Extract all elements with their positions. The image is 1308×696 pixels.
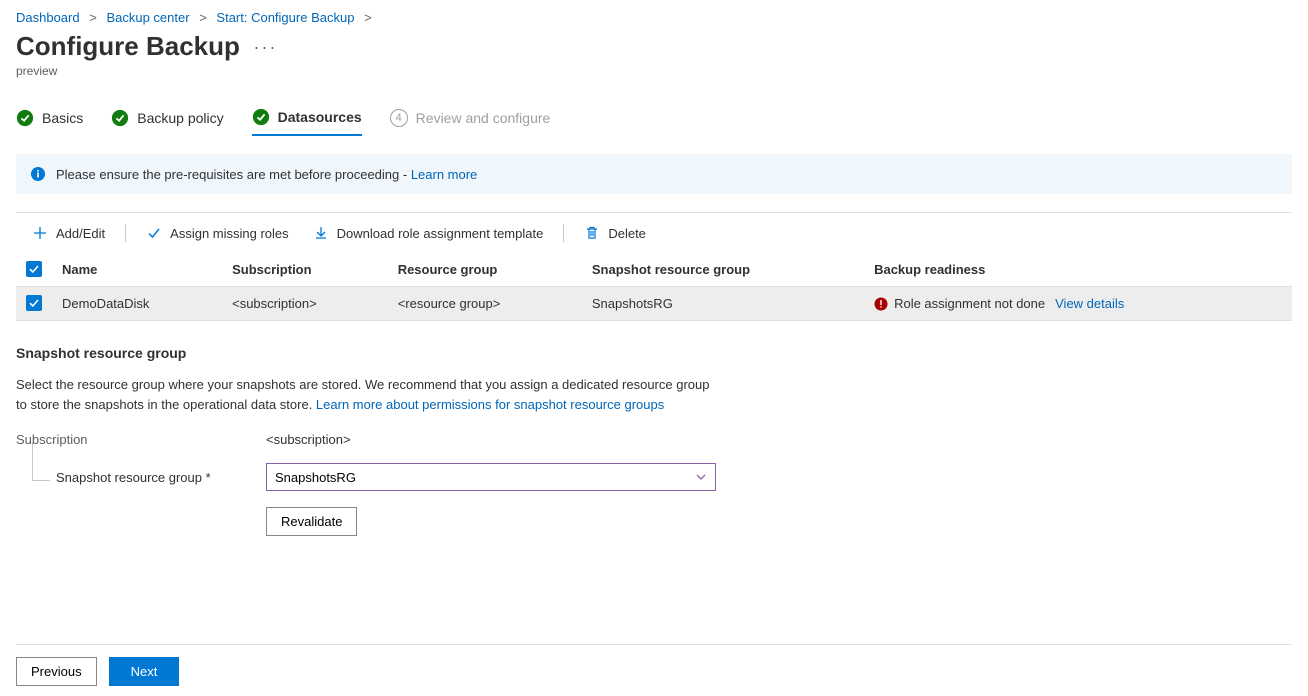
plus-icon — [32, 225, 48, 241]
toolbar-separator — [563, 224, 564, 242]
cell-resource-group: <resource group> — [388, 287, 582, 321]
col-backup-readiness[interactable]: Backup readiness — [864, 253, 1292, 287]
step-basics[interactable]: Basics — [16, 108, 83, 136]
table-row[interactable]: DemoDataDisk <subscription> <resource gr… — [16, 287, 1292, 321]
page-subtitle: preview — [16, 64, 1292, 78]
snapshot-section-title: Snapshot resource group — [16, 345, 1292, 361]
col-subscription[interactable]: Subscription — [222, 253, 388, 287]
button-label: Add/Edit — [56, 226, 105, 241]
col-resource-group[interactable]: Resource group — [388, 253, 582, 287]
wizard-footer: Previous Next — [16, 644, 1292, 686]
col-snapshot-rg[interactable]: Snapshot resource group — [582, 253, 864, 287]
info-icon — [30, 166, 46, 182]
step-label: Datasources — [278, 109, 362, 125]
step-backup-policy[interactable]: Backup policy — [111, 108, 223, 136]
chevron-right-icon: > — [364, 10, 372, 25]
trash-icon — [584, 225, 600, 241]
col-name[interactable]: Name — [52, 253, 222, 287]
download-template-button[interactable]: Download role assignment template — [301, 219, 556, 247]
next-button[interactable]: Next — [109, 657, 180, 686]
delete-button[interactable]: Delete — [572, 219, 658, 247]
step-label: Review and configure — [416, 110, 551, 126]
check-circle-icon — [16, 109, 34, 127]
breadcrumb-link[interactable]: Backup center — [106, 10, 189, 25]
breadcrumb-link[interactable]: Start: Configure Backup — [216, 10, 354, 25]
subscription-label: Subscription — [16, 432, 266, 447]
snapshot-permissions-link[interactable]: Learn more about permissions for snapsho… — [316, 397, 664, 412]
select-all-checkbox[interactable] — [26, 261, 42, 277]
readiness-text: Role assignment not done — [894, 296, 1045, 311]
snapshot-rg-label: Snapshot resource group — [56, 470, 211, 485]
page-title: Configure Backup — [16, 31, 240, 62]
step-datasources[interactable]: Datasources — [252, 108, 362, 136]
toolbar-separator — [125, 224, 126, 242]
check-circle-icon — [111, 109, 129, 127]
cell-subscription: <subscription> — [222, 287, 388, 321]
add-edit-button[interactable]: Add/Edit — [20, 219, 117, 247]
revalidate-button[interactable]: Revalidate — [266, 507, 357, 536]
previous-button[interactable]: Previous — [16, 657, 97, 686]
breadcrumb: Dashboard > Backup center > Start: Confi… — [16, 10, 1292, 25]
button-label: Download role assignment template — [337, 226, 544, 241]
table-toolbar: Add/Edit Assign missing roles Download r… — [16, 212, 1292, 253]
cell-name: DemoDataDisk — [52, 287, 222, 321]
info-banner: Please ensure the pre-requisites are met… — [16, 154, 1292, 194]
checkmark-icon — [146, 225, 162, 241]
readiness-status: Role assignment not done View details — [874, 296, 1282, 311]
button-label: Delete — [608, 226, 646, 241]
cell-snapshot-rg: SnapshotsRG — [582, 287, 864, 321]
step-review: 4 Review and configure — [390, 108, 551, 136]
error-icon — [874, 297, 888, 311]
row-checkbox[interactable] — [26, 295, 42, 311]
assign-roles-button[interactable]: Assign missing roles — [134, 219, 301, 247]
check-circle-icon — [252, 108, 270, 126]
step-number-icon: 4 — [390, 109, 408, 127]
banner-learn-more-link[interactable]: Learn more — [411, 167, 477, 182]
datasources-table: Name Subscription Resource group Snapsho… — [16, 253, 1292, 321]
snapshot-section-desc: Select the resource group where your sna… — [16, 375, 716, 414]
download-icon — [313, 225, 329, 241]
view-details-link[interactable]: View details — [1055, 296, 1124, 311]
step-label: Basics — [42, 110, 83, 126]
breadcrumb-link[interactable]: Dashboard — [16, 10, 80, 25]
more-actions-icon[interactable]: ··· — [254, 37, 278, 58]
banner-message: Please ensure the pre-requisites are met… — [56, 167, 411, 182]
wizard-steps: Basics Backup policy Datasources 4 Revie… — [16, 108, 1292, 136]
subscription-value: <subscription> — [266, 432, 351, 447]
banner-text: Please ensure the pre-requisites are met… — [56, 167, 477, 182]
step-label: Backup policy — [137, 110, 223, 126]
chevron-right-icon: > — [199, 10, 207, 25]
snapshot-rg-select-input[interactable]: SnapshotsRG — [266, 463, 716, 491]
button-label: Assign missing roles — [170, 226, 289, 241]
chevron-right-icon: > — [89, 10, 97, 25]
snapshot-rg-select[interactable]: SnapshotsRG — [266, 463, 716, 491]
